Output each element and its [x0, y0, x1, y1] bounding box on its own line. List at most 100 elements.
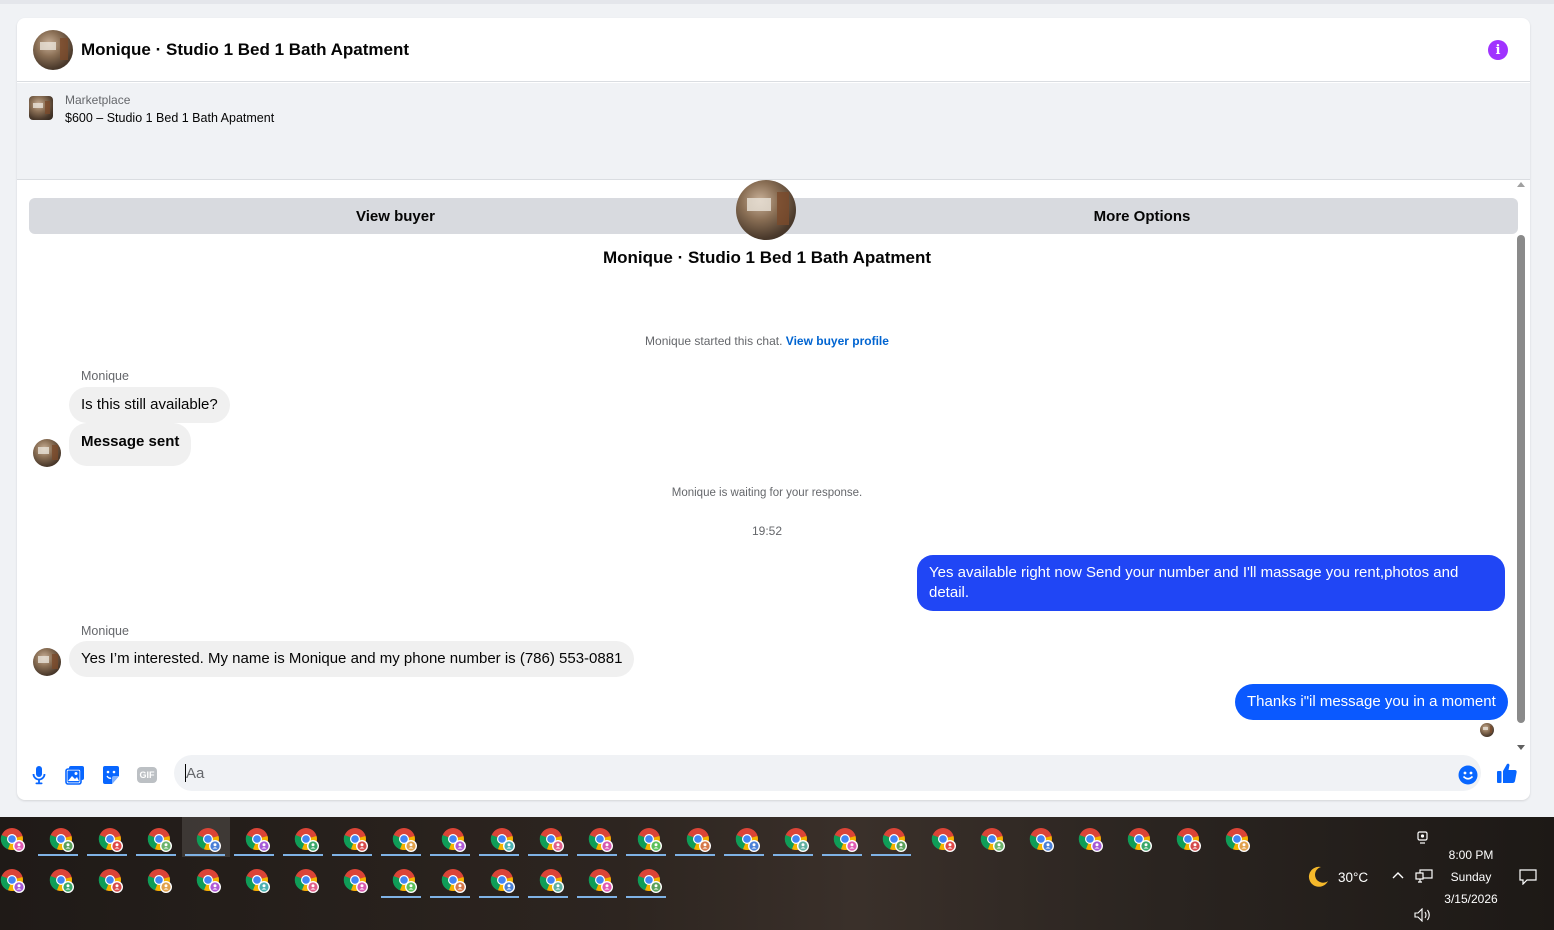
taskbar-chrome-icon[interactable]: [441, 868, 467, 894]
like-thumbs-up-icon[interactable]: [1496, 762, 1518, 784]
taskbar-running-indicator: [185, 854, 225, 856]
taskbar-chrome-icon[interactable]: [1225, 827, 1251, 853]
taskbar-running-indicator: [332, 854, 372, 856]
taskbar-chrome-icon[interactable]: [931, 827, 957, 853]
clock-day[interactable]: Sunday: [1436, 870, 1506, 884]
taskbar-running-indicator: [675, 854, 715, 856]
scroll-up-arrow[interactable]: [1517, 182, 1525, 187]
taskbar-chrome-icon[interactable]: [392, 827, 418, 853]
taskbar-chrome-icon[interactable]: [490, 827, 516, 853]
taskbar-running-indicator: [234, 854, 274, 856]
clock-date[interactable]: 3/15/2026: [1436, 892, 1506, 906]
taskbar-chrome-icon[interactable]: [147, 827, 173, 853]
scroll-down-arrow[interactable]: [1517, 745, 1525, 750]
taskbar-chrome-icon[interactable]: [588, 827, 614, 853]
taskbar-running-indicator: [283, 854, 323, 856]
taskbar-chrome-icon[interactable]: [637, 868, 663, 894]
incoming-message[interactable]: Yes I’m interested. My name is Monique a…: [69, 641, 635, 677]
gif-icon[interactable]: GIF: [136, 764, 158, 786]
sticker-icon[interactable]: [100, 764, 122, 786]
conversation-avatar: [736, 180, 796, 240]
taskbar-chrome-icon[interactable]: [490, 868, 516, 894]
taskbar-chrome-icon[interactable]: [735, 827, 761, 853]
meet-now-icon[interactable]: [1416, 829, 1430, 848]
taskbar-chrome-icon[interactable]: [1029, 827, 1055, 853]
taskbar-chrome-icon[interactable]: [392, 868, 418, 894]
taskbar-chrome-icon[interactable]: [147, 868, 173, 894]
emoji-icon[interactable]: [1457, 764, 1479, 786]
sender-name: Monique: [81, 369, 129, 383]
message-input[interactable]: [174, 755, 1481, 791]
taskbar-running-indicator: [577, 896, 617, 898]
taskbar-running-indicator: [528, 854, 568, 856]
taskbar-chrome-icon[interactable]: [196, 868, 222, 894]
sender-avatar[interactable]: [33, 648, 61, 676]
taskbar-chrome-icon[interactable]: [343, 868, 369, 894]
temperature: 30°C: [1338, 869, 1369, 885]
notifications-icon[interactable]: [1519, 869, 1537, 888]
taskbar-chrome-icon[interactable]: [882, 827, 908, 853]
thread-scrollbar[interactable]: [1515, 180, 1528, 752]
listing-avatar[interactable]: [33, 29, 73, 70]
moon-icon: [1306, 865, 1330, 889]
taskbar-chrome-icon[interactable]: [98, 827, 124, 853]
info-icon[interactable]: i: [1488, 40, 1508, 60]
taskbar-chrome-icon[interactable]: [294, 868, 320, 894]
taskbar-chrome-icon[interactable]: [539, 868, 565, 894]
taskbar-chrome-icon[interactable]: [637, 827, 663, 853]
sender-avatar[interactable]: [33, 439, 61, 467]
weather-widget[interactable]: 30°C: [1306, 865, 1368, 889]
volume-icon[interactable]: [1414, 907, 1432, 925]
taskbar-chrome-icon[interactable]: [1176, 827, 1202, 853]
outgoing-message[interactable]: Yes available right now Send your number…: [917, 555, 1505, 611]
taskbar-chrome-icon[interactable]: [98, 868, 124, 894]
taskbar-running-indicator: [38, 854, 78, 856]
view-buyer-profile-link[interactable]: View buyer profile: [786, 334, 889, 348]
taskbar-chrome-icon[interactable]: [245, 868, 271, 894]
taskbar-chrome-icon[interactable]: [0, 827, 26, 853]
chat-started-notice: Monique started this chat. View buyer pr…: [17, 334, 1517, 348]
taskbar-running-indicator: [479, 896, 519, 898]
taskbar-chrome-icon[interactable]: [588, 868, 614, 894]
taskbar-running-indicator: [381, 896, 421, 898]
taskbar-chrome-icon[interactable]: [686, 827, 712, 853]
taskbar-chrome-icon[interactable]: [196, 827, 222, 853]
taskbar-chrome-icon[interactable]: [294, 827, 320, 853]
taskbar-running-indicator: [577, 854, 617, 856]
message-thread: Monique · Studio 1 Bed 1 Bath Apatment M…: [17, 180, 1517, 752]
microphone-icon[interactable]: [28, 764, 50, 786]
incoming-message[interactable]: Is this still available?: [69, 387, 230, 423]
taskbar-chrome-icon[interactable]: [1078, 827, 1104, 853]
messenger-conversation-panel: Monique · Studio 1 Bed 1 Bath Apatment i…: [17, 18, 1530, 800]
taskbar-chrome-icon[interactable]: [245, 827, 271, 853]
taskbar-chrome-icon[interactable]: [1127, 827, 1153, 853]
taskbar-running-indicator: [626, 854, 666, 856]
sender-name: Monique: [81, 624, 129, 638]
taskbar-chrome-icon[interactable]: [49, 827, 75, 853]
photo-icon[interactable]: [64, 764, 86, 786]
taskbar-chrome-icon[interactable]: [441, 827, 467, 853]
marketplace-banner: Marketplace $600 – Studio 1 Bed 1 Bath A…: [17, 83, 1530, 234]
incoming-message[interactable]: Message sent: [69, 423, 192, 466]
taskbar-chrome-icon[interactable]: [49, 868, 75, 894]
text-caret: [185, 764, 186, 782]
taskbar-running-indicator: [871, 854, 911, 856]
taskbar-chrome-icon[interactable]: [0, 868, 26, 894]
show-hidden-icons-chevron-icon[interactable]: [1391, 868, 1405, 884]
scroll-thumb[interactable]: [1517, 235, 1525, 723]
gif-label: GIF: [139, 770, 155, 780]
taskbar-chrome-icon[interactable]: [343, 827, 369, 853]
outgoing-message[interactable]: Thanks i"il message you in a moment: [1235, 684, 1508, 720]
clock-time[interactable]: 8:00 PM: [1436, 848, 1506, 862]
chat-started-text: Monique started this chat.: [645, 334, 783, 348]
taskbar-chrome-icon[interactable]: [539, 827, 565, 853]
listing-title[interactable]: $600 – Studio 1 Bed 1 Bath Apatment: [65, 111, 274, 125]
taskbar-chrome-icon[interactable]: [833, 827, 859, 853]
network-icon[interactable]: [1415, 868, 1433, 887]
taskbar-chrome-icon[interactable]: [980, 827, 1006, 853]
taskbar-chrome-icon[interactable]: [784, 827, 810, 853]
conversation-title[interactable]: Monique · Studio 1 Bed 1 Bath Apatment: [81, 40, 409, 60]
seen-receipt-avatar: [1480, 723, 1494, 737]
taskbar-running-indicator: [528, 896, 568, 898]
taskbar-running-indicator: [430, 896, 470, 898]
